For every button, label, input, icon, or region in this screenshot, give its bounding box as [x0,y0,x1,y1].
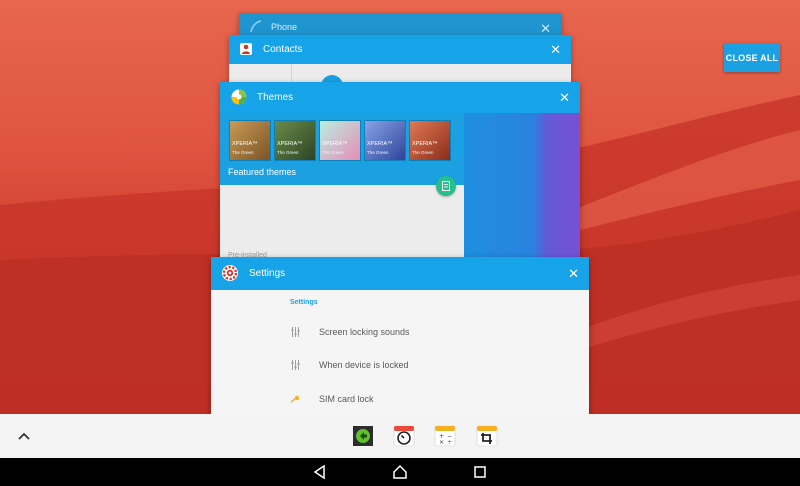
svg-text:×: × [439,439,444,446]
theme-brand: XPERIA™ [367,141,393,147]
theme-subtitle: The Green [277,150,299,155]
card-title: Contacts [263,44,303,55]
navigation-bar [0,458,800,486]
themes-app-icon [231,89,247,105]
recent-card-themes[interactable]: Themes ✕ XPERIA™ The Green XPERIA™ The G… [220,82,580,260]
card-header: Themes ✕ [220,82,580,113]
theme-tile[interactable]: XPERIA™ The Green [409,120,451,161]
card-title: Phone [271,22,298,32]
theme-brand: XPERIA™ [277,141,303,147]
key-icon [290,395,300,403]
app-dock: + − × ÷ [0,414,800,458]
home-button[interactable] [392,464,408,480]
featured-themes-strip: XPERIA™ The Green XPERIA™ The Green XPER… [220,113,464,185]
card-title: Themes [257,92,294,103]
themes-fab-button [436,176,456,196]
card-header: Contacts ✕ [229,35,571,64]
theme-subtitle: The Green [322,150,344,155]
close-icon[interactable]: ✕ [540,22,551,35]
crop-app-icon[interactable] [475,424,499,448]
close-icon[interactable]: ✕ [568,267,579,280]
sliders-icon [291,327,300,337]
settings-row[interactable]: SIM card lock [211,385,589,413]
theme-brand: XPERIA™ [232,141,258,147]
document-icon [442,181,450,191]
theme-subtitle: The Green [232,150,254,155]
card-title: Settings [249,268,286,279]
theme-preview [464,113,580,260]
settings-row-label: SIM card lock [319,394,374,404]
settings-section-header: Settings [290,299,318,306]
theme-tile[interactable]: XPERIA™ The Green [364,120,406,161]
settings-gear-icon [222,265,238,281]
svg-text:÷: ÷ [447,439,452,446]
close-icon[interactable]: ✕ [559,91,570,104]
settings-row[interactable]: When device is locked [211,351,589,379]
settings-row-label: Screen locking sounds [319,327,410,337]
recents-button[interactable] [472,464,488,480]
clock-timer-app-icon[interactable] [392,424,416,448]
theme-brand: XPERIA™ [322,141,348,147]
theme-subtitle: The Green [367,150,389,155]
card-header: Settings ✕ [211,257,589,290]
theme-tile[interactable]: XPERIA™ The Green [229,120,271,161]
theme-tile[interactable]: XPERIA™ The Green [319,120,361,161]
back-button[interactable] [312,464,328,480]
games-app-icon[interactable] [351,424,375,448]
close-icon[interactable]: ✕ [550,43,561,56]
recent-card-settings[interactable]: Settings ✕ Settings Screen locking sound… [211,257,589,417]
phone-app-icon [250,20,262,33]
settings-row-label: When device is locked [319,360,409,370]
calculator-app-icon[interactable]: + − × ÷ [433,424,457,448]
theme-subtitle: The Green [412,150,434,155]
close-all-button[interactable]: CLOSE ALL [724,43,780,72]
featured-themes-label: Featured themes [228,167,297,177]
sliders-icon [291,360,300,370]
chevron-up-icon[interactable] [16,428,32,444]
contacts-app-icon [240,43,252,55]
theme-brand: XPERIA™ [412,141,438,147]
theme-tile[interactable]: XPERIA™ The Green [274,120,316,161]
settings-row[interactable]: Screen locking sounds [211,318,589,346]
themes-panel: XPERIA™ The Green XPERIA™ The Green XPER… [220,113,464,260]
